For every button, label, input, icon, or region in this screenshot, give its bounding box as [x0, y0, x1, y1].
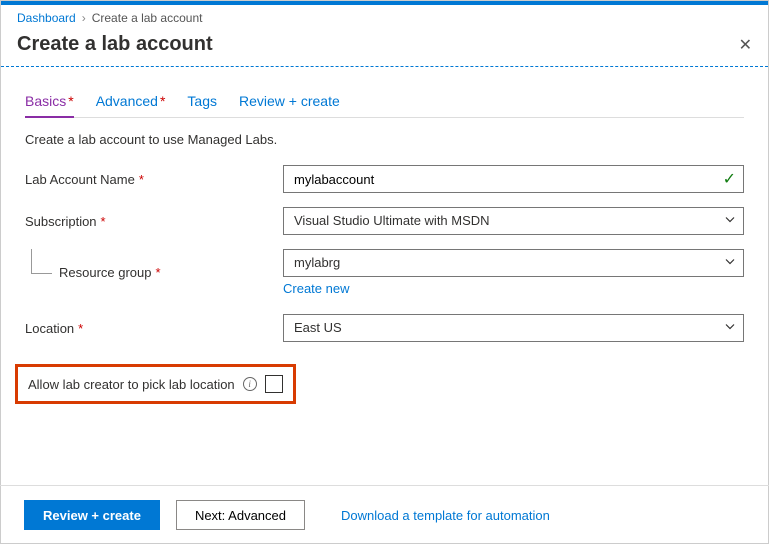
tab-advanced-label: Advanced — [96, 93, 158, 109]
close-icon[interactable]: ✕ — [739, 35, 752, 55]
label-lab-account-name: Lab Account Name* — [25, 172, 283, 187]
footer-bar: Review + create Next: Advanced Download … — [0, 485, 769, 544]
tab-basics-label: Basics — [25, 93, 66, 109]
info-icon[interactable]: i — [243, 377, 257, 391]
next-advanced-button[interactable]: Next: Advanced — [176, 500, 305, 530]
row-location: Location* East US — [25, 314, 744, 342]
label-location: Location* — [25, 321, 283, 336]
main-content: Basics* Advanced* Tags Review + create C… — [1, 67, 768, 404]
tab-strip: Basics* Advanced* Tags Review + create — [25, 87, 744, 118]
tab-tags[interactable]: Tags — [187, 87, 217, 117]
tab-review[interactable]: Review + create — [239, 87, 340, 117]
subscription-value: Visual Studio Ultimate with MSDN — [294, 213, 490, 228]
required-asterisk: * — [160, 93, 165, 109]
download-template-link[interactable]: Download a template for automation — [341, 508, 550, 523]
form-description: Create a lab account to use Managed Labs… — [25, 132, 744, 147]
tab-advanced[interactable]: Advanced* — [96, 87, 166, 117]
required-asterisk: * — [68, 93, 73, 109]
label-allow-lab-creator-location: Allow lab creator to pick lab location — [28, 377, 235, 392]
label-resource-group: Resource group* — [25, 265, 283, 280]
allow-lab-creator-checkbox[interactable] — [265, 375, 283, 393]
breadcrumb-current: Create a lab account — [92, 11, 203, 25]
page-header: Create a lab account ✕ — [1, 29, 768, 67]
lab-account-name-input[interactable] — [283, 165, 744, 193]
row-resource-group: Resource group* mylabrg Create new — [25, 249, 744, 296]
page-title: Create a lab account — [17, 33, 213, 56]
breadcrumb-root[interactable]: Dashboard — [17, 11, 76, 25]
check-icon: ✓ — [723, 169, 736, 189]
review-create-button[interactable]: Review + create — [24, 500, 160, 530]
tab-basics[interactable]: Basics* — [25, 87, 74, 117]
resource-group-select[interactable]: mylabrg — [283, 249, 744, 277]
subscription-select[interactable]: Visual Studio Ultimate with MSDN — [283, 207, 744, 235]
row-lab-account-name: Lab Account Name* ✓ — [25, 165, 744, 193]
breadcrumb: Dashboard › Create a lab account — [1, 5, 768, 29]
allow-lab-creator-highlight: Allow lab creator to pick lab location i — [15, 364, 296, 404]
location-value: East US — [294, 320, 342, 335]
location-select[interactable]: East US — [283, 314, 744, 342]
resource-group-value: mylabrg — [294, 255, 340, 270]
chevron-right-icon: › — [82, 11, 86, 25]
create-new-rg-link[interactable]: Create new — [283, 281, 349, 296]
row-subscription: Subscription* Visual Studio Ultimate wit… — [25, 207, 744, 235]
label-subscription: Subscription* — [25, 214, 283, 229]
